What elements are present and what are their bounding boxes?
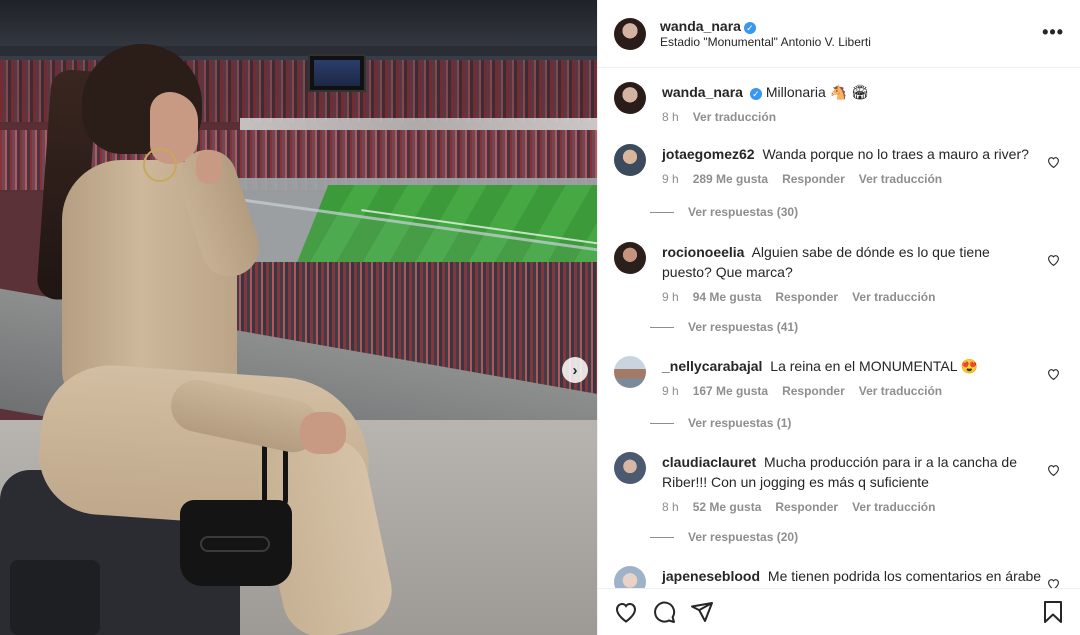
heart-icon[interactable] xyxy=(1047,368,1060,380)
save-button[interactable] xyxy=(1042,600,1064,624)
post-photo: › xyxy=(0,0,597,635)
post-actions xyxy=(598,588,1080,635)
handbag-logo xyxy=(200,536,270,552)
verified-badge-icon: ✓ xyxy=(743,21,756,34)
comment-body: japeneseblood Me tienen podrida los come… xyxy=(662,566,1064,588)
more-options-icon[interactable]: ••• xyxy=(1042,22,1064,43)
verified-badge-icon: ✓ xyxy=(749,88,762,100)
caption-time: 8 h xyxy=(662,110,679,124)
comment-body: claudiaclauret Mucha producción para ir … xyxy=(662,452,1064,514)
next-image-button[interactable]: › xyxy=(562,357,588,383)
comment-time: 9 h xyxy=(662,384,679,398)
comment-meta: 9 h 289 Me gusta Responder Ver traducció… xyxy=(662,172,1064,186)
instagram-post: › wanda_nara ✓ Estadio "Monumental" Anton… xyxy=(0,0,1080,635)
hoop-earring xyxy=(143,148,177,182)
comment-likes[interactable]: 52 Me gusta xyxy=(693,500,762,514)
commenter-avatar[interactable] xyxy=(614,242,646,274)
replies-dash xyxy=(650,536,674,538)
comment-item: claudiaclauret Mucha producción para ir … xyxy=(614,452,1064,514)
comment-icon xyxy=(654,601,676,623)
view-replies-label: Ver respuestas (41) xyxy=(688,320,799,334)
woman-hand xyxy=(196,150,222,184)
reply-button[interactable]: Responder xyxy=(775,500,838,514)
replies-dash xyxy=(650,422,674,424)
author-avatar[interactable] xyxy=(614,17,646,50)
comment-meta: 9 h 94 Me gusta Responder Ver traducción xyxy=(662,290,1064,304)
comment-time: 9 h xyxy=(662,172,679,186)
comment-likes[interactable]: 94 Me gusta xyxy=(693,290,762,304)
like-button[interactable] xyxy=(614,601,638,623)
header-text: wanda_nara ✓ Estadio "Monumental" Antonio… xyxy=(660,17,871,51)
translate-link[interactable]: Ver traducción xyxy=(852,500,935,514)
seat-base xyxy=(10,560,100,635)
view-replies-label: Ver respuestas (1) xyxy=(688,416,792,430)
post-sidebar: wanda_nara ✓ Estadio "Monumental" Antonio… xyxy=(597,0,1080,635)
comment-item: _nellycarabajal La reina en el MONUMENTA… xyxy=(614,356,1064,398)
comments-list[interactable]: wanda_nara ✓ Millonaria 🐴 🏟 8 h Ver tradu… xyxy=(598,68,1080,588)
comment-text: Me tienen podrida los comentarios en ára… xyxy=(767,568,1042,584)
share-icon xyxy=(691,602,713,622)
comment-time: 9 h xyxy=(662,290,679,304)
view-replies-button[interactable]: Ver respuestas (41) xyxy=(650,320,798,334)
caption-avatar[interactable] xyxy=(614,82,646,114)
heart-icon[interactable] xyxy=(1047,578,1060,588)
author-username[interactable]: wanda_nara xyxy=(660,18,741,34)
comment-item: rocionoeelia Alguien sabe de dónde es lo… xyxy=(614,242,1064,304)
translate-link[interactable]: Ver traducción xyxy=(859,172,942,186)
view-replies-label: Ver respuestas (20) xyxy=(688,530,799,544)
view-replies-label: Ver respuestas (30) xyxy=(688,205,799,219)
commenter-avatar[interactable] xyxy=(614,566,646,588)
commenter-avatar[interactable] xyxy=(614,144,646,176)
view-replies-button[interactable]: Ver respuestas (20) xyxy=(650,530,798,544)
comment-text: Wanda porque no lo traes a mauro a river… xyxy=(762,146,1029,162)
caption-username[interactable]: wanda_nara xyxy=(662,84,743,100)
comment-username[interactable]: _nellycarabajal xyxy=(662,358,762,374)
post-header: wanda_nara ✓ Estadio "Monumental" Antonio… xyxy=(598,0,1080,68)
comment-username[interactable]: rocionoeelia xyxy=(662,244,744,260)
comment-likes[interactable]: 289 Me gusta xyxy=(693,172,768,186)
bookmark-icon xyxy=(1044,601,1062,623)
comment-username[interactable]: claudiaclauret xyxy=(662,454,756,470)
heart-icon[interactable] xyxy=(1047,254,1060,266)
stadium-banner xyxy=(240,118,597,130)
reply-button[interactable]: Responder xyxy=(775,290,838,304)
location-link[interactable]: Estadio "Monumental" Antonio V. Liberti xyxy=(660,35,871,51)
heart-icon[interactable] xyxy=(1047,464,1060,476)
comment-username[interactable]: jotaegomez62 xyxy=(662,146,755,162)
commenter-avatar[interactable] xyxy=(614,356,646,388)
comment-item: jotaegomez62 Wanda porque no lo traes a … xyxy=(614,144,1064,186)
comment-button[interactable] xyxy=(652,600,676,624)
heart-icon xyxy=(615,602,637,623)
comment-body: _nellycarabajal La reina en el MONUMENTA… xyxy=(662,356,1064,398)
replies-dash xyxy=(650,326,674,328)
roof-beam xyxy=(0,46,597,56)
heart-icon[interactable] xyxy=(1047,156,1060,168)
post-caption: wanda_nara ✓ Millonaria 🐴 🏟 8 h Ver tradu… xyxy=(598,68,1080,124)
replies-dash xyxy=(650,211,674,213)
caption-text: Millonaria 🐴 🏟 xyxy=(765,84,869,100)
tv-screen xyxy=(314,60,360,86)
woman-hand-knee xyxy=(300,412,346,454)
comment-username[interactable]: japeneseblood xyxy=(662,568,760,584)
comment-likes[interactable]: 167 Me gusta xyxy=(693,384,768,398)
reply-button[interactable]: Responder xyxy=(782,384,845,398)
comment-item: japeneseblood Me tienen podrida los come… xyxy=(614,566,1064,588)
caption-translate-link[interactable]: Ver traducción xyxy=(693,110,776,124)
reply-button[interactable]: Responder xyxy=(782,172,845,186)
caption-meta: 8 h Ver traducción xyxy=(662,110,1064,124)
comment-text: La reina en el MONUMENTAL 😍 xyxy=(770,358,979,374)
translate-link[interactable]: Ver traducción xyxy=(859,384,942,398)
view-replies-button[interactable]: Ver respuestas (30) xyxy=(650,205,798,219)
view-replies-button[interactable]: Ver respuestas (1) xyxy=(650,416,791,430)
translate-link[interactable]: Ver traducción xyxy=(852,290,935,304)
share-button[interactable] xyxy=(690,600,714,624)
commenter-avatar[interactable] xyxy=(614,452,646,484)
comment-meta: 9 h 167 Me gusta Responder Ver traducció… xyxy=(662,384,1064,398)
comment-time: 8 h xyxy=(662,500,679,514)
comment-meta: 8 h 52 Me gusta Responder Ver traducción xyxy=(662,500,1064,514)
comment-body: jotaegomez62 Wanda porque no lo traes a … xyxy=(662,144,1064,186)
chevron-right-icon: › xyxy=(572,361,578,379)
caption-body: wanda_nara ✓ Millonaria 🐴 🏟 8 h Ver tradu… xyxy=(662,82,1064,124)
comment-body: rocionoeelia Alguien sabe de dónde es lo… xyxy=(662,242,1064,304)
